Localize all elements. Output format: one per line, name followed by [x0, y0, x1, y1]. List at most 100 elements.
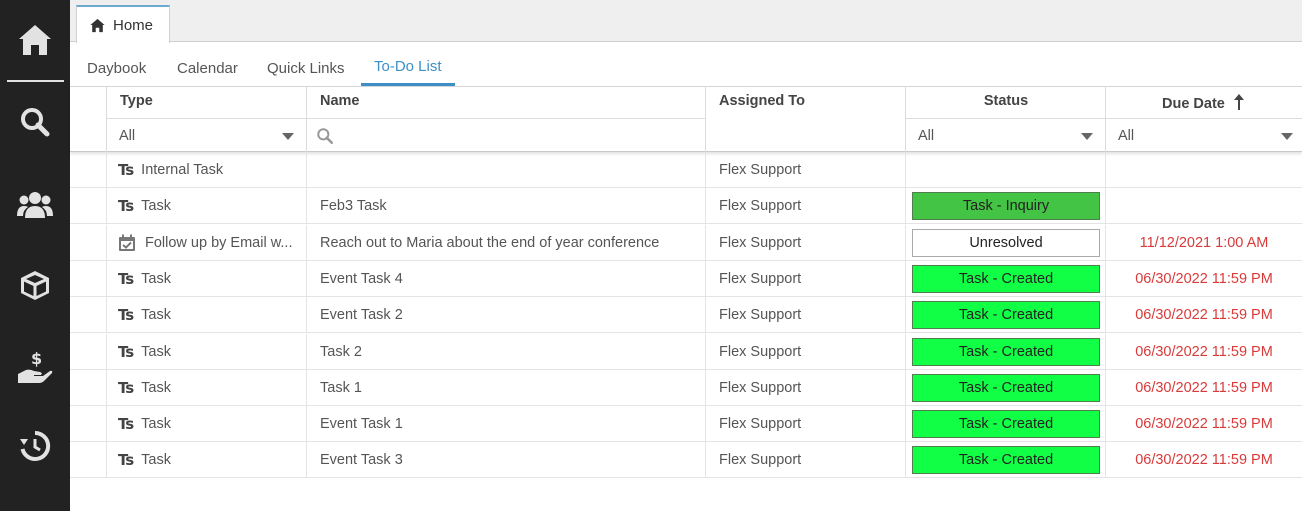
chevron-down-icon: [1081, 133, 1093, 140]
due-filter-value: All: [1118, 127, 1135, 144]
name-search-input[interactable]: [307, 118, 705, 152]
column-divider: [306, 406, 307, 443]
box-icon: [21, 271, 49, 300]
column-divider: [905, 152, 906, 188]
due-date-cell: 06/30/2022 11:59 PM: [1135, 452, 1273, 469]
chevron-down-icon: [282, 133, 294, 140]
people-icon: [17, 192, 53, 218]
status-badge[interactable]: Task - Created: [912, 410, 1100, 439]
table-row[interactable]: Follow up by Email w... Reach out to Mari…: [70, 224, 1302, 261]
main-area: Home Daybook Calendar Quick Links To-Do …: [70, 0, 1302, 511]
column-due-title[interactable]: Due Date: [1162, 93, 1245, 112]
name-cell[interactable]: Event Task 1: [320, 406, 700, 442]
column-divider: [106, 152, 107, 188]
type-cell: Ts Task: [118, 442, 300, 478]
column-divider: [306, 442, 307, 479]
tab-daybook[interactable]: Daybook: [74, 50, 159, 86]
table-row[interactable]: Ts Task Event Task 2 Flex Support Task - Cre…: [70, 297, 1302, 334]
type-cell: Ts Task: [118, 334, 300, 370]
column-divider: [106, 369, 107, 406]
column-divider: [1105, 152, 1106, 188]
nav-home[interactable]: [0, 10, 70, 70]
status-badge[interactable]: Task - Created: [912, 446, 1100, 475]
task-type-icon: Ts: [118, 161, 134, 179]
column-divider: [905, 442, 906, 479]
column-divider: [705, 333, 706, 370]
task-type-icon: Ts: [118, 415, 134, 434]
column-assigned-title[interactable]: Assigned To: [719, 93, 805, 109]
type-cell: Ts Task: [118, 406, 300, 442]
status-filter-dropdown[interactable]: All: [906, 118, 1105, 152]
table-row[interactable]: Ts Task Task 1 Flex Support Task - Created 06…: [70, 369, 1302, 406]
type-label: Task: [141, 198, 171, 215]
name-cell[interactable]: Task 1: [320, 370, 700, 406]
task-type-icon: Ts: [118, 451, 134, 470]
rail-divider: [7, 80, 64, 82]
table-row[interactable]: Ts Task Event Task 4 Flex Support Task - Cre…: [70, 260, 1302, 297]
column-due: Due Date All: [1105, 87, 1302, 152]
left-nav-rail: $: [0, 0, 70, 511]
name-cell[interactable]: Feb3 Task: [320, 188, 700, 224]
type-label: Task: [141, 307, 171, 324]
column-divider: [705, 260, 706, 297]
tab-home[interactable]: Home: [76, 5, 170, 43]
column-type-title[interactable]: Type: [120, 93, 153, 109]
due-date-cell: 11/12/2021 1:00 AM: [1139, 234, 1269, 251]
type-cell: Ts Task: [118, 261, 300, 297]
column-divider: [106, 188, 107, 225]
column-divider: [705, 297, 706, 334]
status-badge[interactable]: Unresolved: [912, 228, 1100, 257]
column-divider: [306, 297, 307, 334]
search-icon: [317, 127, 334, 144]
assigned-cell: Flex Support: [719, 234, 802, 251]
type-cell: Ts Task: [118, 297, 300, 333]
table-row[interactable]: Ts Task Event Task 3 Flex Support Task - Cre…: [70, 442, 1302, 479]
nav-people[interactable]: [0, 174, 70, 234]
column-divider: [905, 333, 906, 370]
name-cell[interactable]: Reach out to Maria about the end of year…: [320, 225, 700, 261]
table-row[interactable]: Ts Task Task 2 Flex Support Task - Created 06…: [70, 333, 1302, 370]
name-cell[interactable]: Event Task 2: [320, 297, 700, 333]
type-filter-dropdown[interactable]: All: [107, 118, 306, 152]
due-date-cell: 06/30/2022 11:59 PM: [1135, 416, 1273, 433]
due-date-cell: 06/30/2022 11:59 PM: [1135, 270, 1273, 287]
name-cell[interactable]: Event Task 3: [320, 442, 700, 478]
type-label: Task: [141, 416, 171, 433]
status-badge[interactable]: Task - Created: [912, 373, 1100, 402]
tab-quick-links[interactable]: Quick Links: [254, 50, 358, 86]
nav-inventory[interactable]: [0, 255, 70, 315]
nav-search[interactable]: [0, 92, 70, 152]
table-row[interactable]: Ts Internal Task Flex Support: [70, 152, 1302, 188]
tab-calendar[interactable]: Calendar: [164, 50, 251, 86]
name-cell[interactable]: [320, 152, 700, 188]
table-row[interactable]: Ts Task Feb3 Task Flex Support Task - Inquir…: [70, 188, 1302, 225]
assigned-cell: Flex Support: [719, 379, 802, 396]
tab-to-do-list[interactable]: To-Do List: [361, 50, 455, 86]
chevron-down-icon: [1281, 133, 1293, 140]
name-cell[interactable]: Event Task 4: [320, 261, 700, 297]
nav-history[interactable]: [0, 416, 70, 476]
column-divider: [106, 260, 107, 297]
status-badge[interactable]: Task - Created: [912, 264, 1100, 293]
assigned-cell: Flex Support: [719, 307, 802, 324]
column-status-title[interactable]: Status: [906, 93, 1106, 109]
table-row[interactable]: Ts Task Event Task 1 Flex Support Task - Cre…: [70, 406, 1302, 443]
due-date-cell: 06/30/2022 11:59 PM: [1135, 307, 1273, 324]
nav-donations[interactable]: $: [0, 337, 70, 397]
column-divider: [705, 224, 706, 261]
assigned-cell: Flex Support: [719, 270, 802, 287]
name-cell[interactable]: Task 2: [320, 334, 700, 370]
assigned-cell: Flex Support: [719, 452, 802, 469]
due-filter-dropdown[interactable]: All: [1106, 118, 1302, 152]
due-date-cell: 06/30/2022 11:59 PM: [1135, 343, 1273, 360]
column-name: Name: [306, 87, 705, 152]
status-badge[interactable]: Task - Inquiry: [912, 192, 1100, 221]
svg-text:$: $: [31, 350, 42, 368]
column-divider: [705, 442, 706, 479]
column-name-title[interactable]: Name: [320, 93, 360, 109]
status-badge[interactable]: Task - Created: [912, 337, 1100, 366]
task-type-icon: Ts: [118, 197, 134, 216]
donation-hand-icon: $: [18, 350, 53, 383]
task-type-icon: Ts: [118, 269, 134, 288]
status-badge[interactable]: Task - Created: [912, 301, 1100, 330]
